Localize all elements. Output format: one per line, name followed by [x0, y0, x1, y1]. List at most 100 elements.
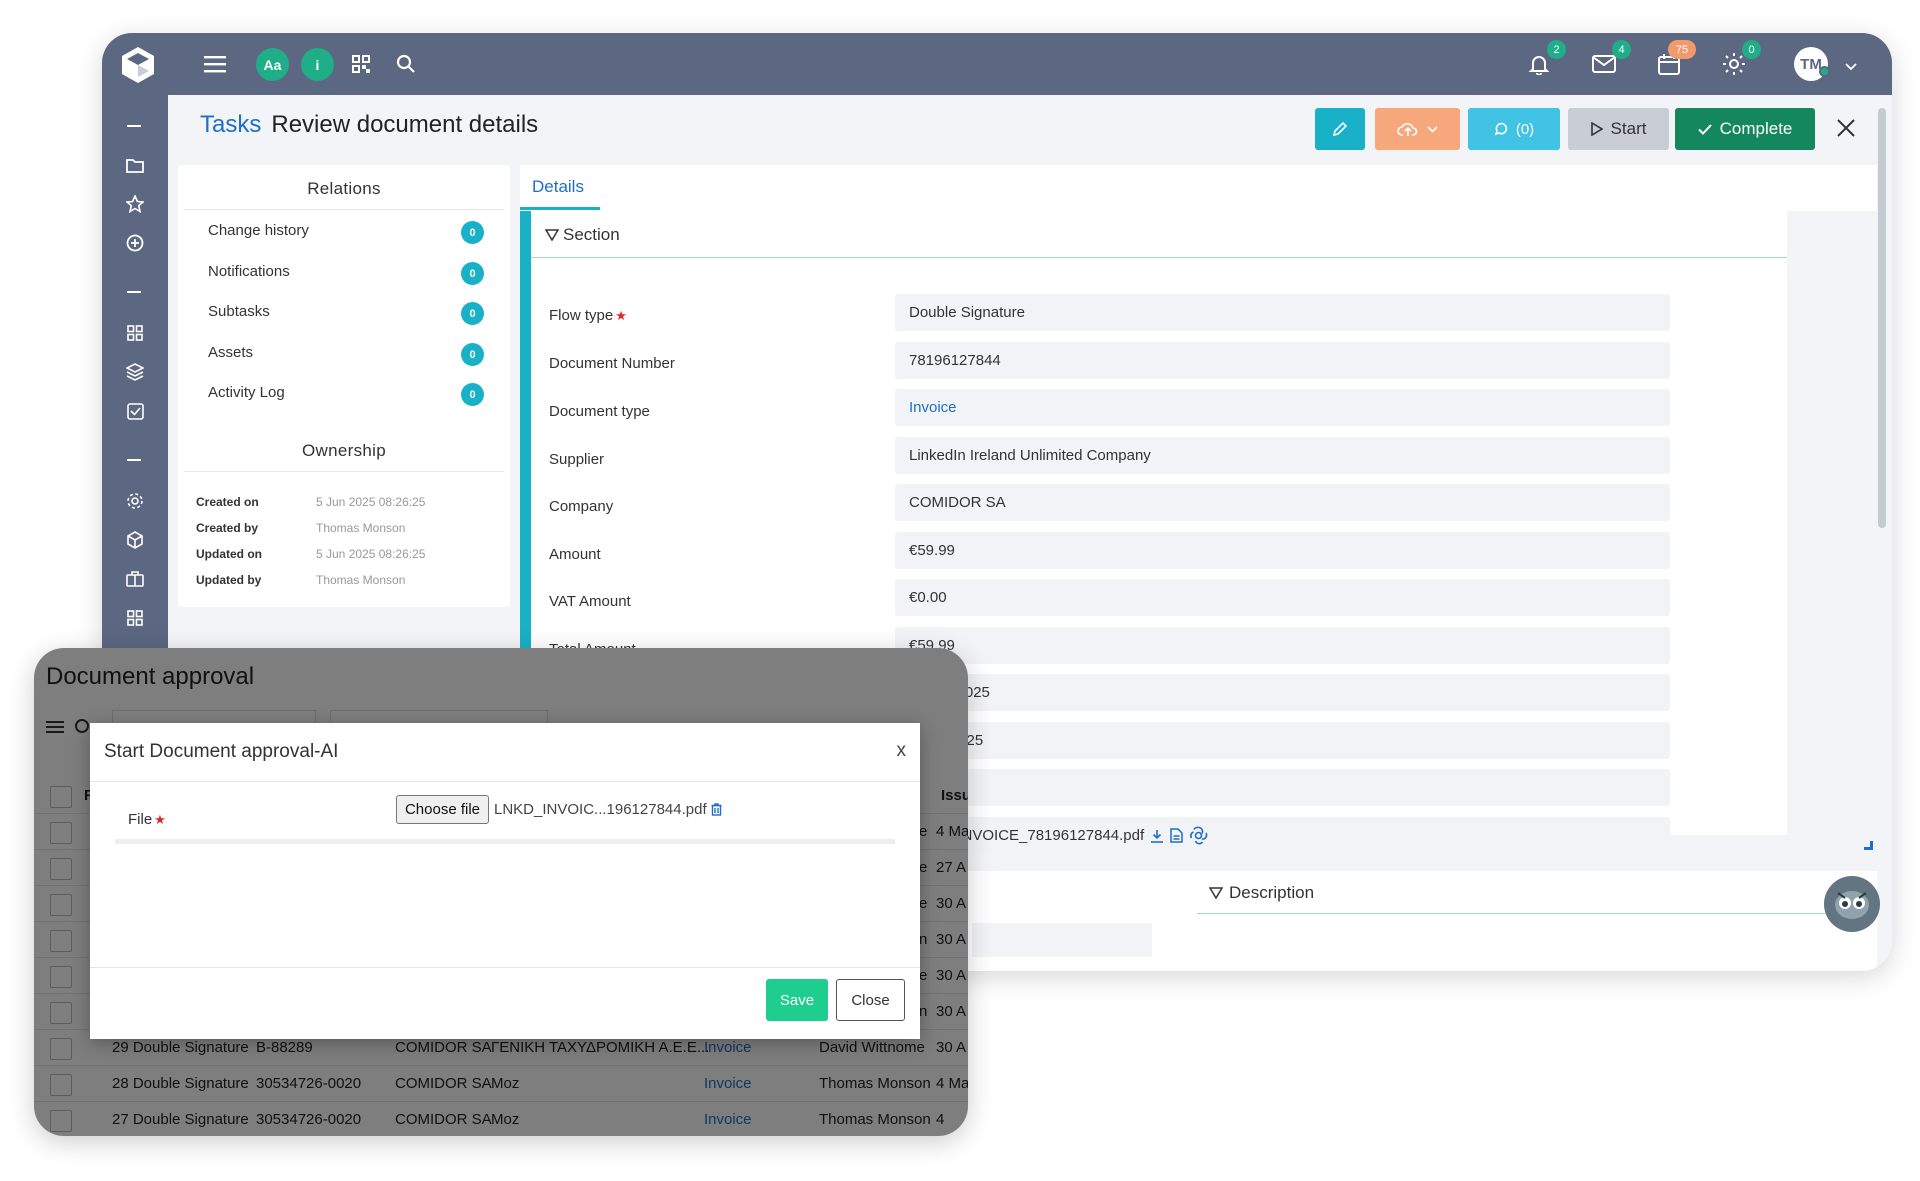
divider	[184, 209, 504, 210]
required-asterisk-icon: ★	[154, 812, 166, 827]
info-button[interactable]: i	[301, 48, 334, 81]
online-status-dot	[1819, 66, 1830, 77]
download-icon	[1151, 829, 1164, 843]
cloud-actions-dropdown[interactable]	[1375, 108, 1460, 150]
triangle-down-icon	[545, 229, 559, 241]
calendar-icon[interactable]: 75	[1654, 40, 1696, 79]
field-label-company: Company	[549, 498, 614, 515]
chevron-down-icon[interactable]	[1836, 52, 1866, 82]
notifications-bell-icon[interactable]: 2	[1524, 40, 1566, 79]
field-value-total-amount[interactable]: €59.99	[895, 627, 1670, 664]
relation-label: Subtasks	[208, 303, 270, 320]
mail-icon[interactable]: 4	[1589, 40, 1631, 79]
resize-handle-icon[interactable]	[1864, 841, 1873, 850]
field-label-document-number: Document Number	[549, 355, 675, 372]
field-value-date-2[interactable]: 5 Jun 2025	[895, 722, 1670, 759]
brightness-count-badge: 0	[1742, 40, 1761, 59]
assistant-bot-icon[interactable]	[1824, 876, 1880, 932]
relation-label: Notifications	[208, 263, 290, 280]
relation-item-notifications[interactable]: Notifications 0	[208, 262, 484, 285]
task-title: Review document details	[271, 111, 539, 138]
relation-count-badge: 0	[461, 302, 484, 325]
ownership-value: Thomas Monson	[316, 573, 406, 587]
tab-details[interactable]: Details	[532, 177, 584, 197]
relation-item-activity-log[interactable]: Activity Log 0	[208, 383, 484, 406]
comments-button[interactable]: (0)	[1468, 108, 1560, 150]
vertical-scrollbar[interactable]	[1878, 108, 1886, 528]
add-circle-icon[interactable]	[123, 231, 147, 255]
app-logo-icon[interactable]	[118, 45, 158, 85]
task-checkbox-icon[interactable]	[123, 399, 147, 423]
close-button[interactable]: Close	[836, 979, 905, 1021]
section-header[interactable]: Section	[545, 225, 620, 245]
notifications-count-badge: 2	[1547, 40, 1566, 59]
relation-label: Change history	[208, 222, 309, 239]
start-button[interactable]: Start	[1568, 108, 1669, 150]
field-label-vat-amount: VAT Amount	[549, 593, 631, 610]
document-approval-window: Document approval F Issu e 4 Ma e 27 A e	[34, 648, 968, 1136]
choose-file-button[interactable]: Choose file	[396, 795, 489, 824]
field-value-document-type[interactable]: Invoice	[895, 389, 1670, 426]
ownership-row-updated-on: Updated on 5 Jun 2025 08:26:25	[196, 547, 425, 561]
top-navigation-bar: Aa i 2 4 75 0 TM	[102, 33, 1892, 95]
star-icon[interactable]	[123, 192, 147, 216]
field-label-supplier: Supplier	[549, 451, 605, 468]
hamburger-menu-icon[interactable]	[200, 49, 230, 79]
triangle-down-icon	[1209, 887, 1223, 899]
text-size-button[interactable]: Aa	[256, 48, 289, 81]
field-value-flow-type[interactable]: Double Signature	[895, 294, 1670, 331]
field-value-date-1[interactable]: 27 Apr 2025	[895, 674, 1670, 711]
sidebar-divider	[127, 291, 141, 293]
breadcrumb-tasks[interactable]: Tasks	[200, 111, 261, 138]
active-tab-indicator	[520, 207, 600, 210]
lower-field-value[interactable]	[972, 923, 1152, 957]
gear-icon[interactable]	[123, 489, 147, 513]
briefcase-icon[interactable]	[123, 567, 147, 591]
close-icon[interactable]	[1832, 114, 1860, 142]
ownership-value: 5 Jun 2025 08:26:25	[316, 495, 426, 509]
apps-grid-icon[interactable]	[123, 606, 147, 630]
relation-item-change-history[interactable]: Change history 0	[208, 221, 484, 244]
cube-icon[interactable]	[123, 528, 147, 552]
ownership-label: Updated by	[196, 573, 262, 587]
field-label-amount: Amount	[549, 546, 601, 563]
divider	[90, 967, 920, 968]
relation-item-subtasks[interactable]: Subtasks 0	[208, 302, 484, 325]
page-title: Tasks Review document details	[200, 111, 538, 139]
search-icon[interactable]	[391, 49, 421, 79]
modal-title: Start Document approval-AI	[104, 741, 339, 762]
divider	[115, 839, 895, 844]
relation-label: Assets	[208, 344, 254, 361]
field-value-attachment[interactable]: LNKD_INVOICE_78196127844.pdf	[895, 817, 1670, 854]
selected-file-name: LNKD_INVOIC...196127844.pdf	[494, 801, 707, 818]
ownership-value: Thomas Monson	[316, 521, 406, 535]
folder-icon[interactable]	[123, 153, 147, 177]
user-avatar[interactable]: TM	[1794, 47, 1830, 81]
relation-item-assets[interactable]: Assets 0	[208, 343, 484, 366]
field-value-document-number[interactable]: 78196127844	[895, 342, 1670, 379]
relation-count-badge: 0	[461, 262, 484, 285]
layers-icon[interactable]	[123, 360, 147, 384]
ownership-row-created-by: Created by Thomas Monson	[196, 521, 405, 535]
calendar-count-badge: 75	[1668, 40, 1696, 59]
ownership-label: Created by	[196, 521, 259, 535]
complete-button[interactable]: Complete	[1675, 108, 1815, 150]
description-header[interactable]: Description	[1209, 883, 1314, 903]
field-value-amount[interactable]: €59.99	[895, 532, 1670, 569]
field-value-vat-amount[interactable]: €0.00	[895, 579, 1670, 616]
sidebar-divider	[127, 125, 141, 127]
check-icon	[1697, 123, 1712, 135]
field-value-company[interactable]: COMIDOR SA	[895, 484, 1670, 521]
qr-code-icon[interactable]	[346, 49, 376, 79]
dashboard-grid-icon[interactable]	[123, 321, 147, 345]
field-value-supplier[interactable]: LinkedIn Ireland Unlimited Company	[895, 437, 1670, 474]
relation-count-badge: 0	[461, 343, 484, 366]
save-button[interactable]: Save	[766, 979, 828, 1021]
brightness-icon[interactable]: 0	[1719, 40, 1761, 79]
relation-count-badge: 0	[461, 221, 484, 244]
description-title: Description	[1229, 883, 1315, 902]
field-value-empty[interactable]	[895, 769, 1670, 806]
edit-button[interactable]	[1315, 108, 1365, 150]
modal-close-icon[interactable]: x	[897, 740, 907, 762]
divider	[184, 471, 504, 472]
